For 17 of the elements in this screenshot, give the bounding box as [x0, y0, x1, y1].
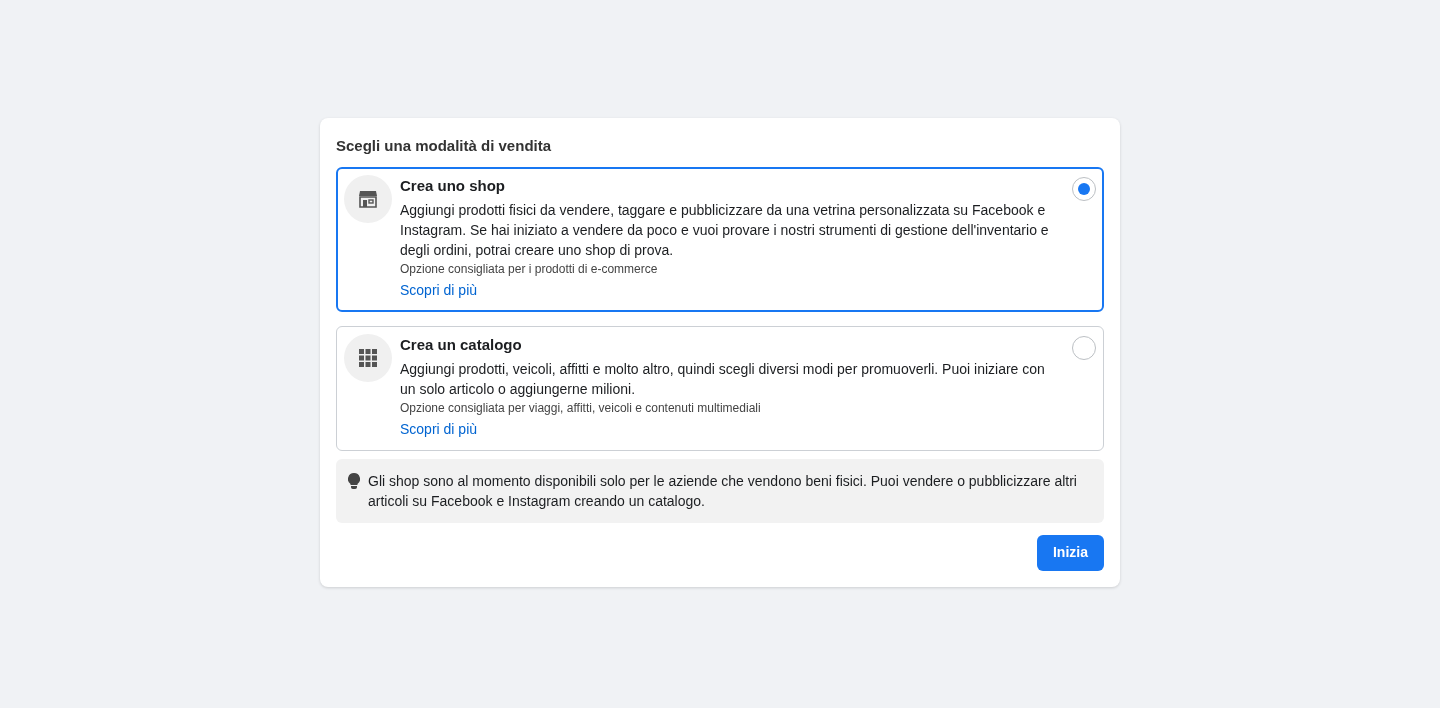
option-card[interactable]: [336, 166, 1104, 312]
info-text: Gli shop sono al momento disponibili solo per le aziende che vendono beni fisici. Puoi vendere o pubblicizzare altri articoli su Facebook e Instagram creando un catalogo.: [368, 471, 1078, 511]
lightbulb-icon: [348, 472, 360, 489]
option-description: Aggiungi prodotti fisici da vendere, taggare e pubblicizzare da una vetrina personalizzata su Facebook e Instagram. Se hai iniziato a vendere da poco e vuoi provare i nostri strumenti di gestione dell'inventario e degli ordini, potrai creare uno shop di prova.: [400, 200, 1050, 260]
learn-more-link[interactable]: Scopri di più: [400, 416, 478, 441]
option-note: Opzione consigliata per i prodotti di e-commerce: [400, 260, 659, 278]
option-note: Opzione consigliata per viaggi, affitti, veicoli e contenuti multimediali: [400, 399, 762, 417]
option-title: Crea un catalogo: [400, 334, 523, 355]
option-title: Crea uno shop: [400, 175, 506, 196]
learn-more-link[interactable]: Scopri di più: [400, 277, 478, 302]
grid-icon: [358, 347, 378, 368]
radio-button[interactable]: [1072, 176, 1096, 201]
dialog-title: Scegli una modalità di vendita: [336, 136, 553, 156]
option-description: Aggiungi prodotti, veicoli, affitti e molto altro, quindi scegli diversi modi per promuoverli. Puoi iniziare con un solo articolo o aggiungerne milioni.: [400, 359, 1046, 399]
radio-button[interactable]: [1072, 335, 1096, 360]
storefront-icon: [358, 188, 378, 209]
start-button[interactable]: Inizia: [1037, 534, 1104, 571]
